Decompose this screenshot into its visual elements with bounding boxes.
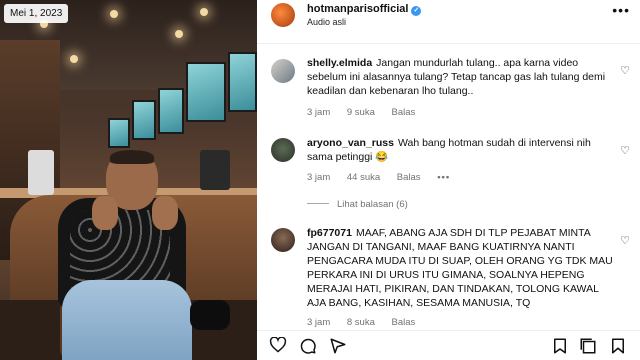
menu-screen	[228, 52, 257, 112]
replies-divider	[307, 203, 329, 204]
reply-button[interactable]: Balas	[397, 172, 421, 183]
drink-fridge	[28, 150, 54, 195]
person-shoe	[190, 300, 230, 330]
person-hand	[92, 196, 118, 230]
menu-screen	[158, 88, 184, 134]
commenter-avatar[interactable]	[271, 228, 295, 252]
comment-meta: 3 jam 9 suka Balas	[307, 107, 429, 118]
post-media[interactable]: Mei 1, 2023	[0, 0, 257, 360]
menu-screen	[132, 100, 156, 140]
commenter-avatar[interactable]	[271, 59, 295, 83]
collection-icon[interactable]	[579, 337, 597, 355]
comment-time: 3 jam	[307, 172, 331, 183]
comment-text: MAAF, ABANG AJA SDH DI TLP PEJABAT MINTA…	[307, 227, 613, 309]
view-replies-label[interactable]: Lihat balasan (6)	[337, 199, 408, 210]
comments-panel: hotmanparisofficial ✓ Audio asli ••• shel…	[257, 0, 640, 360]
comment-body: shelly.elmida Jangan mundurlah tulang.. a…	[307, 56, 607, 98]
menu-screen	[186, 62, 226, 122]
post-header: hotmanparisofficial ✓ Audio asli •••	[257, 0, 640, 44]
verified-badge-icon: ✓	[411, 6, 422, 16]
comment-body: aryono_van_russ Wah bang hotman sudah di …	[307, 136, 607, 164]
audio-label[interactable]: Audio asli	[307, 17, 346, 27]
send-icon[interactable]	[329, 337, 347, 355]
repost-icon[interactable]	[551, 337, 569, 355]
coffee-machine	[200, 150, 230, 190]
comment-likes[interactable]: 9 suka	[347, 107, 375, 118]
more-options-icon[interactable]: •••	[612, 2, 630, 18]
ceiling-light	[70, 55, 78, 63]
person-hair	[110, 150, 154, 164]
comment-username[interactable]: fp677071	[307, 227, 352, 239]
comment-more-icon[interactable]: •••	[437, 172, 450, 183]
comment-username[interactable]: aryono_van_russ	[307, 137, 394, 149]
ceiling-light	[175, 30, 183, 38]
view-replies-button[interactable]: Lihat balasan (6)	[307, 199, 408, 210]
author-username[interactable]: hotmanparisofficial ✓	[307, 3, 422, 16]
bookmark-icon[interactable]	[609, 337, 627, 355]
comment-list[interactable]: shelly.elmida Jangan mundurlah tulang.. a…	[257, 44, 640, 330]
comment-heart-icon[interactable]: ♡	[620, 144, 630, 157]
heart-icon[interactable]	[269, 337, 287, 353]
comment-body: fp677071 MAAF, ABANG AJA SDH DI TLP PEJAB…	[307, 226, 617, 310]
menu-screen	[108, 118, 130, 148]
ceiling-light	[200, 8, 208, 16]
commenter-avatar[interactable]	[271, 138, 295, 162]
person-jeans	[62, 280, 192, 360]
reply-button[interactable]: Balas	[392, 317, 416, 328]
comment-username[interactable]: shelly.elmida	[307, 57, 372, 69]
author-username-text[interactable]: hotmanparisofficial	[307, 3, 408, 15]
ceiling-light	[110, 10, 118, 18]
comment-meta: 3 jam 44 suka Balas •••	[307, 172, 464, 183]
comment-time: 3 jam	[307, 107, 331, 118]
comment-time: 3 jam	[307, 317, 331, 328]
date-badge: Mei 1, 2023	[4, 4, 69, 23]
comment-likes[interactable]: 44 suka	[347, 172, 380, 183]
post-actions-bar	[257, 330, 640, 360]
comment-heart-icon[interactable]: ♡	[620, 64, 630, 77]
comment-heart-icon[interactable]: ♡	[620, 234, 630, 247]
person-hand	[152, 196, 178, 230]
comment-icon[interactable]	[299, 337, 317, 355]
comment-likes[interactable]: 8 suka	[347, 317, 375, 328]
author-avatar[interactable]	[271, 3, 295, 27]
comment-meta: 3 jam 8 suka Balas	[307, 317, 429, 328]
reply-button[interactable]: Balas	[392, 107, 416, 118]
